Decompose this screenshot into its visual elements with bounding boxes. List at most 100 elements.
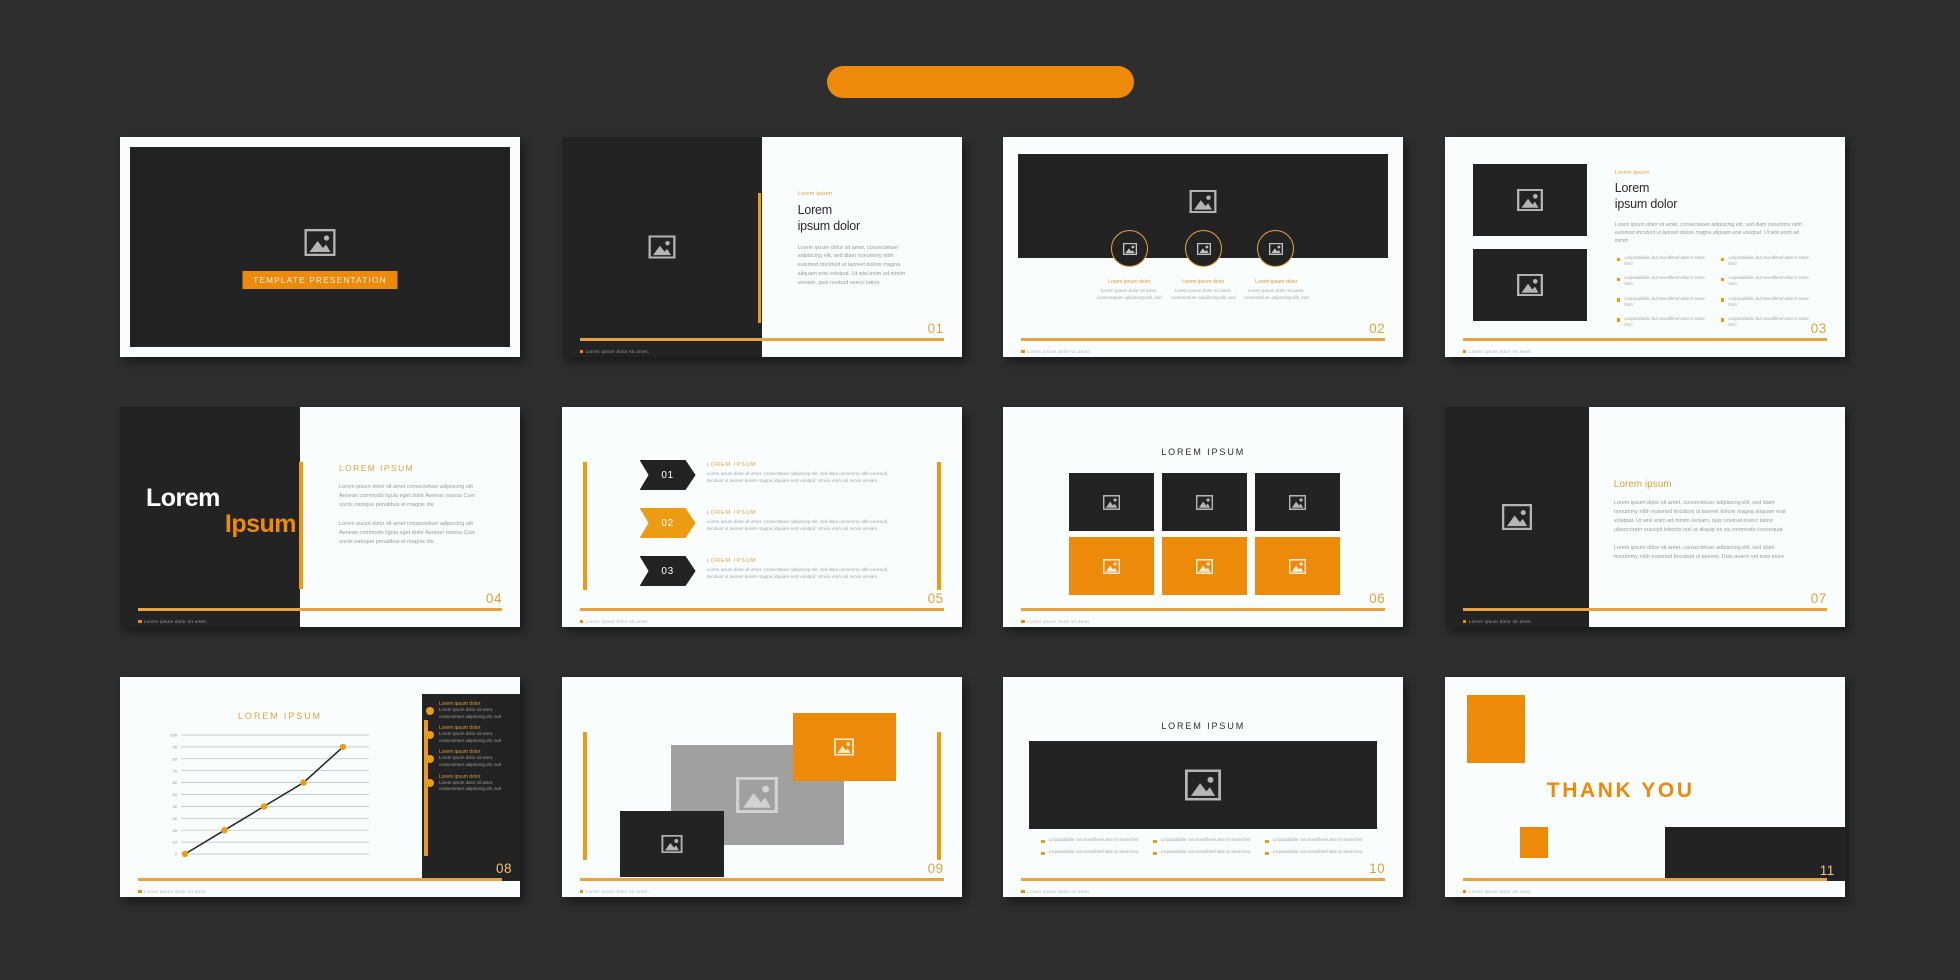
footer-bullet-square bbox=[138, 889, 142, 894]
slide-06-tile-5[interactable] bbox=[1162, 537, 1248, 595]
footer-bullet-square bbox=[579, 889, 584, 894]
slide-02-footer-line bbox=[1021, 338, 1386, 341]
slide-10-bullet: Loripavailable, but mosuffered ation in … bbox=[1041, 849, 1147, 856]
image-placeholder-icon bbox=[1516, 189, 1543, 211]
slide-02-circle-3[interactable] bbox=[1257, 230, 1295, 267]
image-placeholder-icon bbox=[304, 229, 336, 256]
footer-bullet-square bbox=[579, 619, 584, 624]
slide-03-heading-line1: Lorem bbox=[1614, 181, 1650, 195]
bullet-dot bbox=[1153, 839, 1157, 844]
line-chart: 1009080706050403020100 bbox=[170, 733, 369, 858]
slide-01-image-panel bbox=[561, 137, 762, 357]
slide-05-item-1-heading: LOREM IPSUM bbox=[706, 462, 757, 468]
slide-05-item-2[interactable]: 02 LOREM IPSUM Lorem ipsum dolor sit ame… bbox=[639, 508, 890, 538]
slide-02-page-number: 02 bbox=[1369, 321, 1386, 336]
chart-y-tick-label: 20 bbox=[173, 828, 178, 833]
slide-02-circle-1[interactable] bbox=[1111, 230, 1149, 267]
chart-y-tick-label: 90 bbox=[173, 745, 178, 750]
slide-02[interactable]: Lorem ipsum dolor Lorem ipsum dolor sit … bbox=[1003, 137, 1404, 357]
slide-09-dark-image[interactable] bbox=[619, 811, 724, 877]
slide-06[interactable]: LOREM IPSUM Lorem ipsum dolor sit amet. … bbox=[1003, 407, 1404, 627]
slide-05-left-bar bbox=[582, 462, 587, 590]
slide-06-title: LOREM IPSUM bbox=[1161, 447, 1246, 457]
bullet-dot bbox=[1616, 318, 1621, 322]
bullet-dot bbox=[1041, 839, 1045, 844]
slide-03-bullet: Loripavailable, but mosuffered ation in … bbox=[1720, 255, 1817, 267]
presentation-template-page: TEMPLATE PRESENTATION Lorem ipsum Lorem … bbox=[0, 0, 1960, 980]
slide-05-item-2-heading: LOREM IPSUM bbox=[706, 510, 757, 516]
slide-11-thank-you: THANK YOU bbox=[1546, 779, 1695, 802]
panel-dot bbox=[426, 779, 434, 788]
slide-07[interactable]: Lorem ipsum Lorem ipsum dolor sit amet, … bbox=[1444, 407, 1845, 627]
slide-08[interactable]: LOREM IPSUM 100 90 80 70 60 50 40 30 20 10 0 Lorem… bbox=[120, 677, 520, 897]
bullet-dot bbox=[1616, 298, 1621, 302]
bullet-dot bbox=[1720, 318, 1725, 322]
slide-10-hero-image[interactable] bbox=[1029, 741, 1378, 829]
slide-05-chevron-1: 01 bbox=[639, 460, 696, 490]
image-placeholder-icon bbox=[661, 835, 683, 853]
slide-03-bullet: Loripavailable, but mosuffered ation in … bbox=[1616, 296, 1713, 308]
slide-08-footer-line bbox=[138, 878, 502, 881]
slide-11[interactable]: THANK YOU Lorem ipsum dolor sit amet. 11 bbox=[1444, 677, 1845, 897]
slide-10-title: LOREM IPSUM bbox=[1161, 721, 1246, 731]
slide-11-square-small bbox=[1519, 827, 1548, 858]
image-placeholder-icon bbox=[1185, 769, 1222, 801]
slide-05-right-bar bbox=[936, 462, 941, 590]
cover-title-button[interactable]: TEMPLATE PRESENTATION bbox=[242, 271, 398, 289]
slide-09[interactable]: Lorem ipsum dolor sit amet. 09 bbox=[561, 677, 962, 897]
chart-y-tick-label: 80 bbox=[173, 756, 178, 761]
chart-y-tick-label: 50 bbox=[173, 792, 178, 797]
slide-09-page-number: 09 bbox=[927, 861, 944, 876]
chart-data-point bbox=[221, 827, 228, 834]
slide-05-item-3[interactable]: 03 LOREM IPSUM Lorem ipsum dolor sit ame… bbox=[639, 556, 890, 586]
slide-10-page-number: 10 bbox=[1369, 861, 1386, 876]
slide-05[interactable]: 01 LOREM IPSUM Lorem ipsum dolor sit ame… bbox=[561, 407, 962, 627]
slide-06-tile-grid bbox=[1069, 473, 1341, 595]
slide-06-tile-3[interactable] bbox=[1255, 473, 1341, 531]
slide-03-bullet: Loripavailable, but mosuffered ation in … bbox=[1720, 296, 1817, 308]
slide-01[interactable]: Lorem ipsum Lorem ipsum dolor Lorem ipsu… bbox=[561, 137, 962, 357]
slide-06-tile-6[interactable] bbox=[1255, 537, 1341, 595]
slide-04-accent-bar bbox=[299, 462, 303, 589]
slide-08-footer-note: Lorem ipsum dolor sit amet. bbox=[138, 889, 207, 894]
footer-bullet-square bbox=[1021, 619, 1025, 624]
image-placeholder-icon bbox=[1516, 274, 1543, 296]
slide-05-item-1[interactable]: 01 LOREM IPSUM Lorem ipsum dolor sit ame… bbox=[639, 460, 890, 490]
slide-04[interactable]: Lorem Ipsum LOREM IPSUM Lorem ipsum dolo… bbox=[120, 407, 520, 627]
slide-03-heading-line2: ipsum dolor bbox=[1614, 196, 1678, 211]
slide-03-bullet: Loripavailable, but mosuffered ation in … bbox=[1720, 275, 1817, 287]
slide-03[interactable]: Lorem ipsum Lorem ipsum dolor Lorem ipsu… bbox=[1444, 137, 1845, 357]
slide-03-bullet-grid: Loripavailable, but mosuffered ation in … bbox=[1616, 255, 1817, 328]
slide-06-page-number: 06 bbox=[1369, 591, 1386, 606]
bullet-dot bbox=[1041, 851, 1045, 856]
slide-11-footer-note: Lorem ipsum dolor sit amet. bbox=[1462, 889, 1532, 894]
slide-06-tile-4[interactable] bbox=[1069, 537, 1155, 595]
slide-05-item-3-body: Lorem ipsum dolor sit amet, consectetuer… bbox=[706, 567, 888, 579]
slide-05-chevron-2: 02 bbox=[639, 508, 696, 538]
slide-06-tile-2[interactable] bbox=[1162, 473, 1248, 531]
slide-05-page-number: 05 bbox=[927, 591, 944, 606]
chart-y-tick-label: 100 bbox=[170, 733, 177, 738]
slide-cover[interactable]: TEMPLATE PRESENTATION bbox=[120, 137, 520, 357]
image-placeholder-icon bbox=[1196, 558, 1214, 574]
slide-01-footer-note: Lorem ipsum dolor sit amet. bbox=[579, 349, 649, 354]
chart-data-point bbox=[181, 850, 189, 858]
slide-10-bullet-grid: Loripavailable, but mosuffered ation in … bbox=[1041, 837, 1371, 856]
slide-06-tile-1[interactable] bbox=[1069, 473, 1155, 531]
chart-y-tick-label: 0 bbox=[175, 852, 178, 857]
slide-10[interactable]: LOREM IPSUM Loripavailable, but mosuffer… bbox=[1003, 677, 1404, 897]
slide-02-circle-2[interactable] bbox=[1185, 230, 1223, 267]
slide-04-paragraph-2: Lorem ipsum dolor sit amet consectetuer … bbox=[339, 520, 476, 545]
chart-line-series bbox=[184, 746, 344, 855]
top-banner-pill[interactable] bbox=[827, 66, 1134, 98]
image-placeholder-icon bbox=[1103, 494, 1121, 510]
footer-bullet-square bbox=[579, 349, 584, 354]
slide-02-column-1: Lorem ipsum dolor Lorem ipsum dolor sit … bbox=[1096, 279, 1162, 300]
slide-10-bullet: Loripavailable, but mosuffered ation in … bbox=[1265, 837, 1371, 844]
slide-01-page-number: 01 bbox=[927, 321, 944, 336]
slide-09-footer-line bbox=[579, 878, 944, 881]
slide-11-dark-block bbox=[1664, 827, 1845, 881]
image-placeholder-icon bbox=[1196, 242, 1211, 255]
slide-09-orange-image[interactable] bbox=[792, 713, 896, 781]
chart-data-point bbox=[300, 779, 307, 786]
